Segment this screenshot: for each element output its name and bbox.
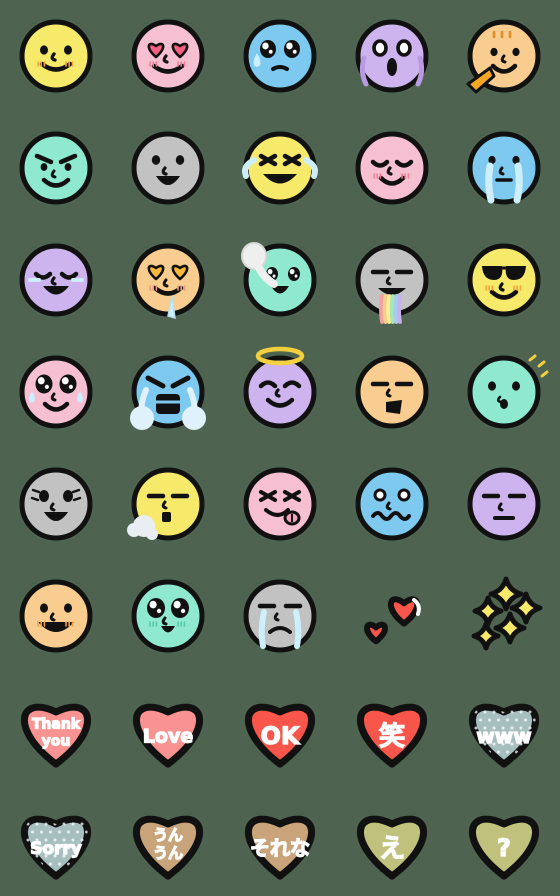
svg-text:うん: うん xyxy=(153,844,183,862)
sticker-shy-smile-face[interactable]: shy smiling face with blush xyxy=(336,112,448,224)
svg-text:Sorry: Sorry xyxy=(30,839,82,859)
sticker-starry-eyes-face[interactable]: face with big starry eyes xyxy=(112,560,224,672)
heart-www-glyph: wwwwww xyxy=(469,703,539,768)
sticker-sad-crying-face[interactable]: sad crying face xyxy=(224,560,336,672)
svg-text:OK: OK xyxy=(261,722,301,750)
yawning-face-glyph: yawning face xyxy=(355,355,429,429)
sticker-excited-open-mouth-face[interactable]: excited face with open mouth xyxy=(0,448,112,560)
sticker-saluting-face[interactable]: saluting face xyxy=(448,0,560,112)
sticker-laughing-tears-face[interactable]: face with tears of joy xyxy=(224,112,336,224)
sticker-rainbow-vomit-face[interactable]: face vomiting rainbow xyxy=(336,224,448,336)
screaming-face-glyph: screaming face with hands xyxy=(355,19,429,93)
shy-smile-face-glyph: shy smiling face with blush xyxy=(355,131,429,205)
sticker-heart-love[interactable]: LoveLove xyxy=(112,672,224,784)
emoji-sticker-grid: smiling face with blush smiling face with… xyxy=(0,0,560,896)
sunglasses-face-glyph: cool face with sunglasses xyxy=(467,243,541,317)
surprised-face-glyph: surprised face with sparks xyxy=(467,354,549,429)
bawling-face-glyph: loudly crying face xyxy=(130,355,206,430)
sighing-face-glyph: face exhaling sigh xyxy=(127,467,205,541)
sticker-sparkly-eyes-face[interactable]: face with sparkling teary eyes xyxy=(0,336,112,448)
laughing-tears-face-glyph: face with tears of joy xyxy=(242,131,318,205)
svg-text:笑: 笑 xyxy=(379,721,405,752)
svg-text:you: you xyxy=(42,733,71,749)
sticker-smirking-face[interactable]: smirking face with raised brows xyxy=(0,112,112,224)
sticker-heart-warai[interactable]: 笑笑 xyxy=(336,672,448,784)
svg-text:うん: うん xyxy=(153,826,183,844)
sticker-two-hearts[interactable]: two red hearts xyxy=(336,560,448,672)
sad-crying-face-glyph: sad crying face xyxy=(243,579,317,653)
sparkles-glyph: yellow sparkles xyxy=(471,576,543,651)
happy-closed-eyes-face-glyph: happy face with closed eyes xyxy=(19,243,93,317)
sticker-smiling-face[interactable]: smiling face with blush xyxy=(0,0,112,112)
sticker-heart-eyes-face[interactable]: smiling face with heart eyes xyxy=(112,0,224,112)
svg-text:Love: Love xyxy=(143,725,193,747)
sticker-heart-unun[interactable]: うんうんうん うん xyxy=(112,784,224,896)
svg-text:それな: それな xyxy=(250,836,310,860)
drooling-heart-eyes-face-glyph: drooling face with heart eyes xyxy=(131,243,205,320)
tongue-out-wink-face-glyph: winking face with tongue xyxy=(243,467,317,541)
sticker-heart-thank-you[interactable]: ThankyouThank you xyxy=(0,672,112,784)
heart-question-glyph: ?? xyxy=(469,815,539,880)
smiling-face-glyph: smiling face with blush xyxy=(19,19,93,93)
quietly-crying-face-glyph: quietly crying face xyxy=(467,131,541,205)
sticker-teary-eyes-face[interactable]: face holding back tears xyxy=(224,0,336,112)
neutral-open-mouth-face-glyph: face with open mouth xyxy=(131,131,205,205)
rainbow-vomit-face-glyph: face vomiting rainbow xyxy=(355,243,429,324)
svg-text:え: え xyxy=(379,834,405,864)
sticker-neutral-open-mouth-face[interactable]: face with open mouth xyxy=(112,112,224,224)
worried-squiggle-face-glyph: worried face with wavy mouth xyxy=(355,467,429,541)
heart-eyes-face-glyph: smiling face with heart eyes xyxy=(131,19,205,93)
smirking-face-glyph: smirking face with raised brows xyxy=(19,131,93,205)
sticker-quietly-crying-face[interactable]: quietly crying face xyxy=(448,112,560,224)
angel-face-glyph: smiling face with halo xyxy=(243,346,317,429)
heart-unun-glyph: うんうんうん うん xyxy=(133,815,203,880)
sticker-heart-question[interactable]: ?? xyxy=(448,784,560,896)
sleeping-bubble-face-glyph: sleeping face with snot bubble xyxy=(241,242,317,317)
sticker-heart-sorena[interactable]: それなそれな xyxy=(224,784,336,896)
heart-sorena-glyph: それなそれな xyxy=(245,815,315,880)
heart-sorry-glyph: SorrySorry xyxy=(21,815,91,880)
svg-text:?: ? xyxy=(497,834,511,862)
sticker-sighing-face[interactable]: face exhaling sigh xyxy=(112,448,224,560)
two-hearts-glyph: two red hearts xyxy=(364,596,421,645)
sticker-big-grin-face[interactable]: big grinning face xyxy=(0,560,112,672)
starry-eyes-face-glyph: face with big starry eyes xyxy=(131,579,205,653)
heart-thank-you-glyph: ThankyouThank you xyxy=(21,703,91,768)
teary-eyes-face-glyph: face holding back tears xyxy=(243,19,317,93)
sticker-unamused-face[interactable]: unamused flat face xyxy=(448,448,560,560)
sticker-heart-sorry[interactable]: SorrySorry xyxy=(0,784,112,896)
sticker-heart-ok[interactable]: OKOK xyxy=(224,672,336,784)
heart-e-glyph: ええ xyxy=(357,815,427,880)
saluting-face-glyph: saluting face xyxy=(466,19,541,94)
sticker-sparkles[interactable]: yellow sparkles xyxy=(448,560,560,672)
excited-open-mouth-face-glyph: excited face with open mouth xyxy=(19,467,93,541)
sticker-surprised-face[interactable]: surprised face with sparks xyxy=(448,336,560,448)
big-grin-face-glyph: big grinning face xyxy=(19,579,93,653)
sticker-drooling-heart-eyes-face[interactable]: drooling face with heart eyes xyxy=(112,224,224,336)
svg-text:Thank: Thank xyxy=(32,716,81,732)
sticker-bawling-face[interactable]: loudly crying face xyxy=(112,336,224,448)
sticker-worried-squiggle-face[interactable]: worried face with wavy mouth xyxy=(336,448,448,560)
svg-text:www: www xyxy=(476,724,531,748)
sticker-sleeping-bubble-face[interactable]: sleeping face with snot bubble xyxy=(224,224,336,336)
sticker-angel-face[interactable]: smiling face with halo xyxy=(224,336,336,448)
sticker-heart-www[interactable]: wwwwww xyxy=(448,672,560,784)
sticker-happy-closed-eyes-face[interactable]: happy face with closed eyes xyxy=(0,224,112,336)
sticker-screaming-face[interactable]: screaming face with hands xyxy=(336,0,448,112)
heart-warai-glyph: 笑笑 xyxy=(357,703,427,768)
sticker-tongue-out-wink-face[interactable]: winking face with tongue xyxy=(224,448,336,560)
sticker-sunglasses-face[interactable]: cool face with sunglasses xyxy=(448,224,560,336)
unamused-face-glyph: unamused flat face xyxy=(467,467,541,541)
sticker-yawning-face[interactable]: yawning face xyxy=(336,336,448,448)
heart-love-glyph: LoveLove xyxy=(133,703,203,768)
sparkly-eyes-face-glyph: face with sparkling teary eyes xyxy=(19,355,93,429)
sticker-heart-e[interactable]: ええ xyxy=(336,784,448,896)
heart-ok-glyph: OKOK xyxy=(245,703,315,768)
